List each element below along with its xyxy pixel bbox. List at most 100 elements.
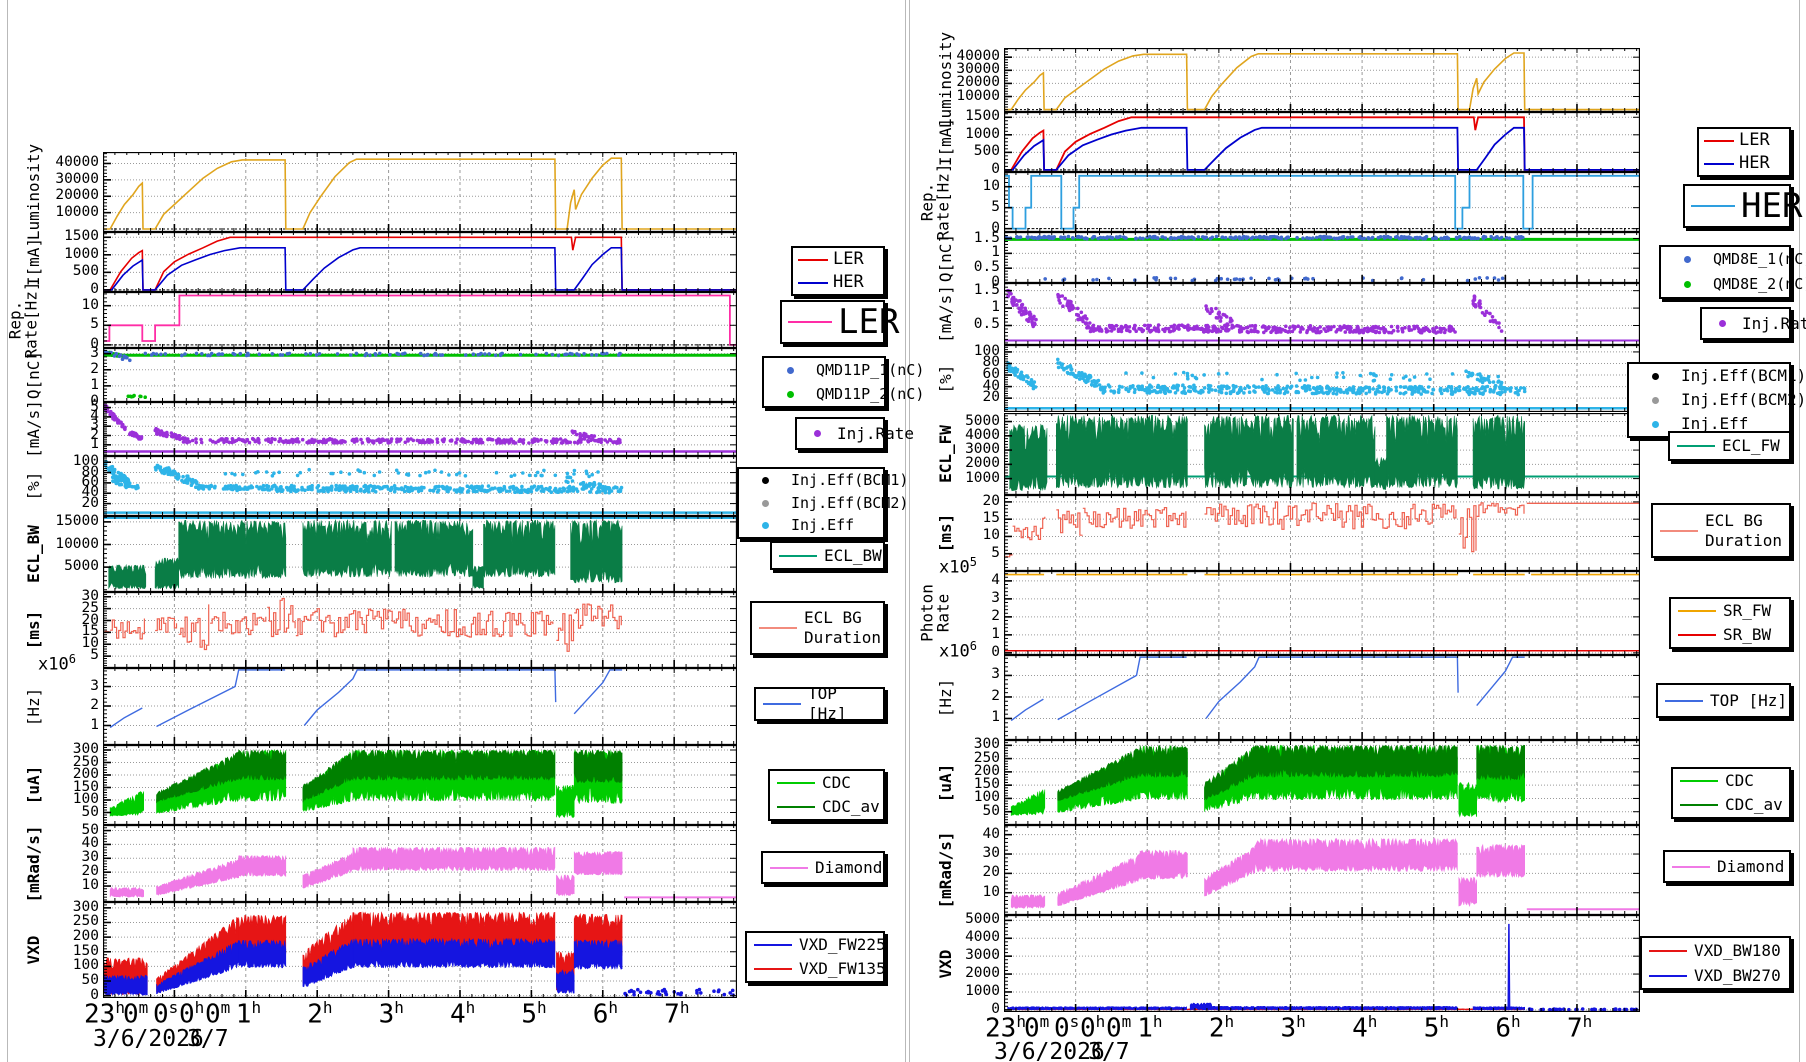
marker-dot-icon	[797, 430, 837, 437]
legend-label: LER	[833, 249, 864, 270]
right-q-axis-title: Q[nC]	[938, 233, 954, 281]
legend-label: VXD_FW225	[799, 935, 886, 955]
legend-label: VXD_FW135	[799, 959, 886, 979]
left-eclbg-plot	[103, 592, 737, 668]
marker-dot-icon	[1629, 421, 1681, 428]
legend-item: QMD8E_1(nC)	[1661, 247, 1789, 272]
right-injrate-canvas	[1004, 283, 1640, 345]
line-swatch-icon	[1653, 530, 1705, 532]
legend-right-eclbg: ECL BG Duration	[1651, 503, 1791, 558]
left-q-plot	[103, 348, 737, 402]
legend-left-eclbw: ECL_BW	[770, 541, 885, 570]
marker-dot-icon	[1661, 281, 1713, 288]
left-lum-plot	[103, 152, 737, 232]
left-injrate-canvas	[103, 402, 737, 456]
legend-label: VXD_BW270	[1694, 966, 1781, 986]
legend-right-ler-her: LERHER	[1697, 127, 1791, 177]
legend-label: Diamond	[1717, 857, 1784, 877]
legend-item: QMD8E_2(nC)	[1661, 272, 1789, 297]
legend-item: LER	[1699, 129, 1789, 152]
left-vxd-plot	[103, 902, 737, 998]
legend-item: HER	[1699, 152, 1789, 175]
legend-label: Inj.Eff(BCM1)	[791, 471, 908, 490]
legend-left-vxd: VXD_FW225 VXD_FW135	[745, 931, 885, 983]
right-diamond-plot	[1004, 825, 1640, 915]
left-eclbw-plot	[103, 516, 737, 592]
right-cdc-canvas	[1004, 740, 1640, 825]
legend-item: TOP [Hz]	[756, 684, 883, 724]
x-axis-label: 7h	[664, 1000, 689, 1028]
left-diamond-canvas	[103, 825, 737, 902]
legend-left-ring-big: LER	[780, 300, 885, 344]
left-q-axis-title: Q[nC]	[26, 351, 42, 399]
legend-label: QMD11P_1(nC)	[816, 361, 924, 380]
legend-label: TOP [Hz]	[1710, 691, 1787, 711]
x-axis-label: 2h	[1209, 1014, 1234, 1042]
legend-item: CDC_av	[770, 795, 883, 819]
right-vxd-axis-title: VXD	[938, 949, 954, 978]
marker-dot-icon	[739, 522, 791, 529]
right-rep-plot	[1004, 172, 1640, 232]
legend-left-injrate: Inj.Rate	[795, 417, 885, 450]
legend-label: TOP [Hz]	[808, 684, 883, 724]
left-lum-canvas	[103, 152, 737, 232]
right-vxd-plot	[1004, 915, 1640, 1012]
line-swatch-icon	[1673, 804, 1725, 806]
legend-label: QMD8E_1(nC)	[1713, 250, 1806, 269]
right-eclfw-axis-title: ECL_FW	[938, 425, 954, 483]
line-swatch-icon	[782, 321, 838, 323]
right-lum-canvas	[1004, 48, 1640, 112]
legend-label: Inj.Eff(BCM2)	[791, 494, 908, 513]
legend-item: CDC_av	[1673, 793, 1789, 817]
legend-label: ECL BG Duration	[804, 608, 881, 648]
x-axis-label: 2h	[307, 1000, 332, 1028]
x-axis-label: 23h	[985, 1014, 1026, 1042]
right-photon-plot	[1004, 571, 1640, 655]
left-cdc-axis-title: [uA]	[26, 766, 42, 805]
panel-divider	[7, 0, 8, 1062]
line-swatch-icon	[1642, 975, 1694, 977]
x-axis-label: 4h	[1352, 1014, 1377, 1042]
right-photon-canvas	[1004, 571, 1640, 655]
legend-item: QMD11P_1(nC)	[764, 358, 884, 382]
right-diamond-axis-title: [mRad/s]	[938, 831, 954, 908]
line-swatch-icon	[1673, 780, 1725, 782]
legend-item: Inj.Eff(BCM1)	[739, 469, 883, 492]
left-current-axis-title: I[mA]	[26, 238, 42, 286]
line-swatch-icon	[756, 703, 808, 705]
line-swatch-icon	[747, 968, 799, 970]
date-label: 3/7	[1088, 1041, 1130, 1062]
axis-tick-label: 300	[27, 900, 99, 915]
legend-right-eclfw: ECL_FW	[1668, 431, 1791, 461]
line-swatch-icon	[1671, 610, 1723, 612]
legend-right-diamond: Diamond	[1663, 850, 1791, 883]
legend-right-sr: SR_FWSR_BW	[1669, 597, 1791, 649]
legend-label: Inj.Rate	[1742, 314, 1806, 334]
legend-item: LER	[793, 248, 883, 271]
left-top-canvas	[103, 668, 737, 745]
legend-item: ECL_BW	[772, 543, 883, 568]
line-swatch-icon	[793, 282, 833, 284]
legend-right-qmd: QMD8E_1(nC)QMD8E_2(nC)	[1659, 245, 1791, 299]
right-eclfw-canvas	[1004, 413, 1640, 495]
legend-item: HER	[1685, 185, 1789, 228]
x-axis-label: 0m	[205, 1000, 230, 1028]
line-swatch-icon	[1699, 163, 1739, 165]
right-cdc-axis-title: [uA]	[938, 763, 954, 802]
panel-divider	[905, 0, 906, 1062]
legend-right-injrate: Inj.Rate	[1700, 307, 1791, 340]
left-eclbw-axis-title: ECL_BW	[26, 525, 42, 583]
right-eclbg-plot	[1004, 495, 1640, 571]
legend-left-cdc: CDCCDC_av	[768, 769, 885, 821]
left-eclbg-axis-title: [ms]	[26, 611, 42, 650]
legend-right-vxd: VXD_BW180VXD_BW270	[1640, 936, 1791, 990]
legend-item: TOP [Hz]	[1658, 685, 1789, 716]
left-diamond-axis-title: [mRad/s]	[26, 825, 42, 902]
legend-label: ECL_FW	[1722, 436, 1780, 456]
left-eclbg-canvas	[103, 592, 737, 668]
axis-tick-label: 30	[27, 589, 99, 604]
line-swatch-icon	[747, 944, 799, 946]
legend-left-injeff: Inj.Eff(BCM1)Inj.Eff(BCM2)Inj.Eff	[737, 467, 885, 539]
line-swatch-icon	[1699, 140, 1739, 142]
legend-label: SR_FW	[1723, 601, 1771, 621]
